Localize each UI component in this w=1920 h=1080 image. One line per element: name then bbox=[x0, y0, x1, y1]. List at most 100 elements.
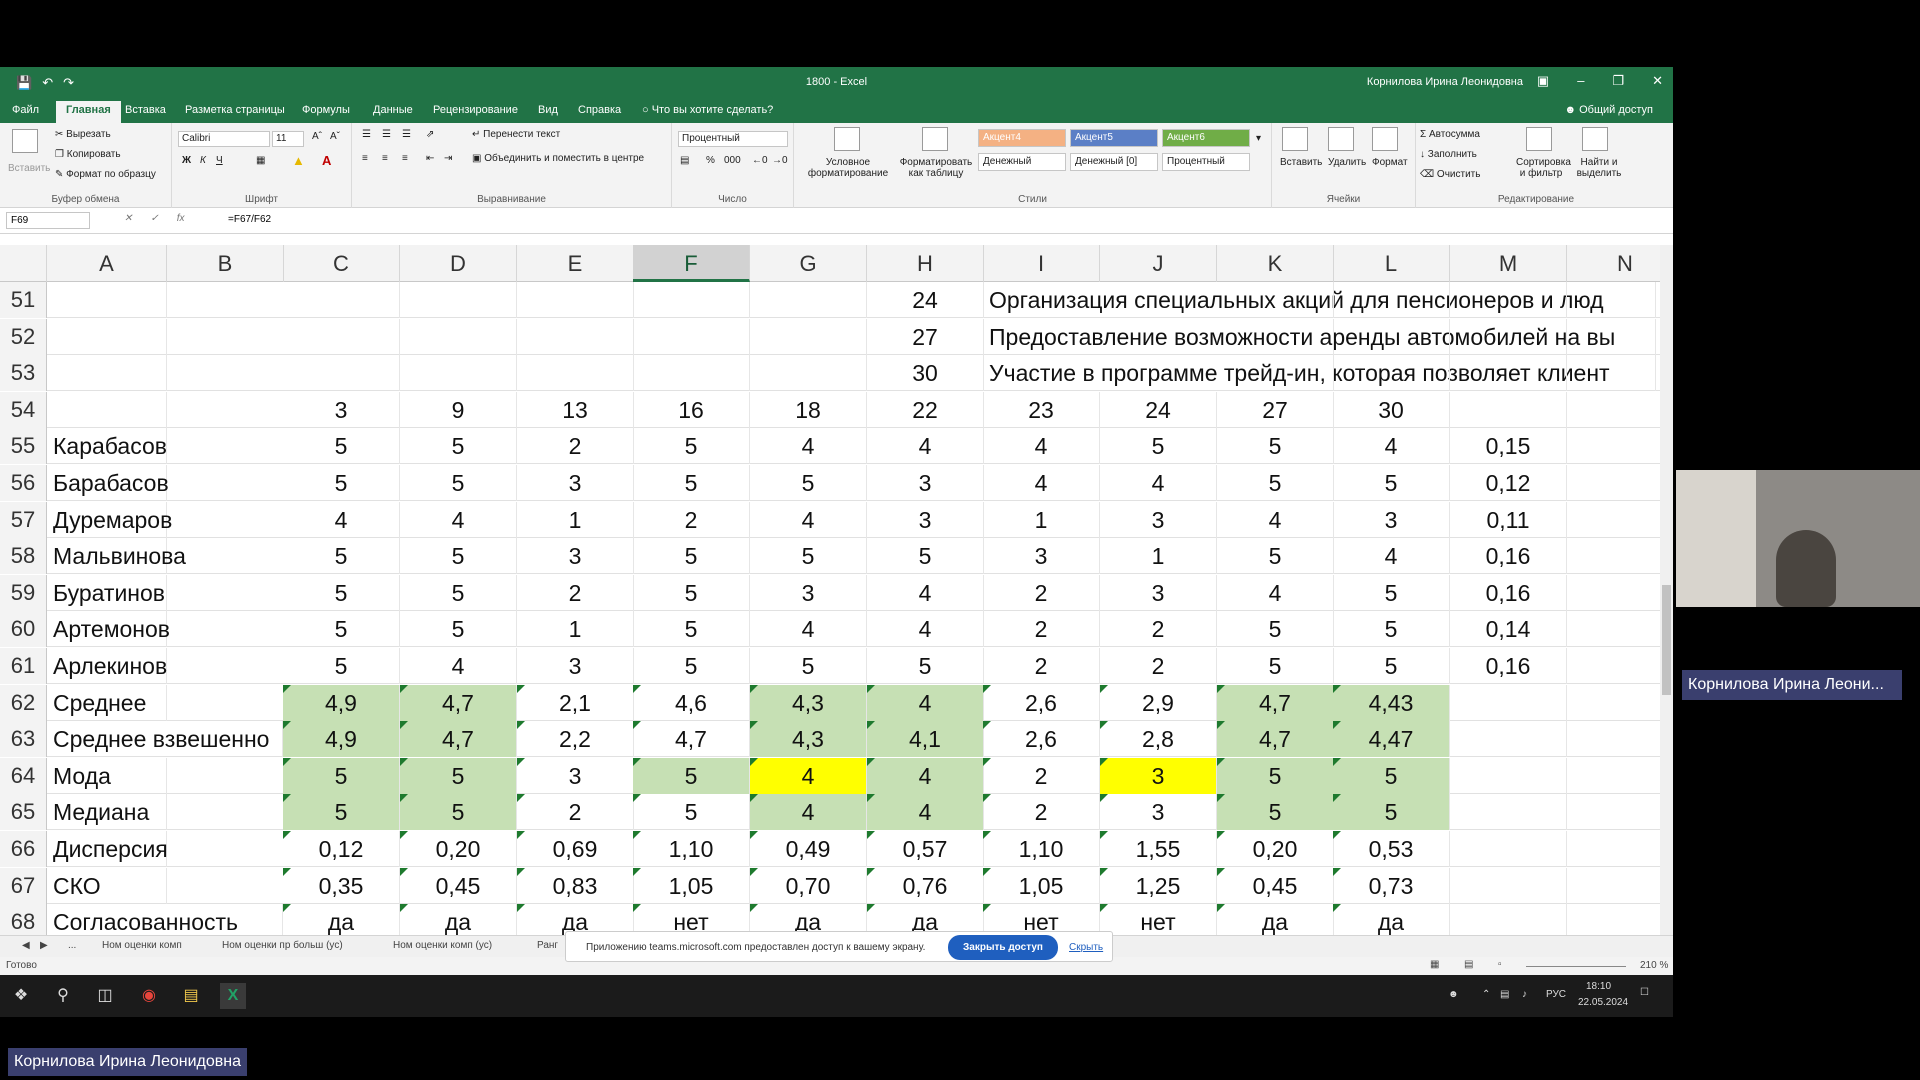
cell-e66[interactable]: 0,69 bbox=[517, 831, 634, 867]
cell-e54[interactable]: 13 bbox=[517, 391, 634, 428]
cell-d59[interactable]: 5 bbox=[400, 574, 517, 611]
row-header[interactable]: 58 bbox=[0, 538, 47, 575]
tab-data[interactable]: Данные bbox=[373, 104, 413, 116]
cell-c63[interactable]: 4,9 bbox=[283, 721, 400, 758]
style-currency[interactable]: Денежный bbox=[978, 153, 1066, 171]
row-header[interactable]: 62 bbox=[0, 684, 47, 721]
cell-e60[interactable]: 1 bbox=[517, 611, 634, 648]
cell-d57[interactable]: 4 bbox=[400, 501, 517, 538]
cell-d58[interactable]: 5 bbox=[400, 538, 517, 575]
cell-j66[interactable]: 1,55 bbox=[1100, 831, 1217, 867]
cell-i62[interactable]: 2,6 bbox=[983, 684, 1100, 721]
cell-d55[interactable]: 5 bbox=[400, 428, 517, 465]
cell-d61[interactable]: 4 bbox=[400, 648, 517, 684]
align-bottom-icon[interactable]: ☰ bbox=[402, 129, 411, 140]
row-header[interactable]: 61 bbox=[0, 648, 47, 684]
clock-time[interactable]: 18:10 bbox=[1586, 981, 1611, 992]
notifications-icon[interactable]: ☐ bbox=[1640, 987, 1649, 998]
cell-k58[interactable]: 5 bbox=[1217, 538, 1334, 575]
cell-j58[interactable]: 1 bbox=[1100, 538, 1217, 575]
cell-i65[interactable]: 2 bbox=[983, 794, 1100, 831]
column-header-f[interactable]: F bbox=[633, 245, 750, 282]
find-select-button[interactable]: Найти и выделить bbox=[1576, 157, 1622, 179]
cell-a66[interactable]: Дисперсия bbox=[47, 831, 168, 867]
cell-d64[interactable]: 5 bbox=[400, 757, 517, 794]
paste-button[interactable]: Вставить bbox=[8, 163, 50, 174]
cell-d54[interactable]: 9 bbox=[400, 391, 517, 428]
cell-f64[interactable]: 5 bbox=[633, 757, 750, 794]
cell-l68[interactable]: да bbox=[1333, 904, 1450, 935]
conditional-format-icon[interactable] bbox=[834, 127, 860, 151]
cell-e56[interactable]: 3 bbox=[517, 465, 634, 501]
cell-c62[interactable]: 4,9 bbox=[283, 684, 400, 721]
delete-cells-button[interactable]: Удалить bbox=[1328, 157, 1366, 168]
cell-k64[interactable]: 5 bbox=[1217, 757, 1334, 794]
cell-j56[interactable]: 4 bbox=[1100, 465, 1217, 501]
formula-input[interactable]: =F67/F62 bbox=[228, 214, 271, 225]
scroll-thumb[interactable] bbox=[1662, 585, 1671, 695]
hide-link[interactable]: Скрыть bbox=[1069, 942, 1103, 953]
row-header[interactable]: 52 bbox=[0, 318, 47, 355]
cell-h53[interactable]: 30 bbox=[867, 355, 984, 392]
account-name[interactable]: Корнилова Ирина Леонидовна bbox=[1367, 76, 1523, 88]
cell-c52[interactable] bbox=[283, 318, 400, 355]
cell-f59[interactable]: 5 bbox=[633, 574, 750, 611]
cell-c58[interactable]: 5 bbox=[283, 538, 400, 575]
cell-h61[interactable]: 5 bbox=[867, 648, 984, 684]
cell-c56[interactable]: 5 bbox=[283, 465, 400, 501]
cell-k52[interactable] bbox=[1217, 318, 1334, 355]
cell-m61[interactable]: 0,16 bbox=[1450, 648, 1567, 684]
delete-cells-icon[interactable] bbox=[1328, 127, 1354, 151]
row-header[interactable]: 53 bbox=[0, 355, 47, 392]
minimize-icon[interactable]: – bbox=[1577, 73, 1584, 89]
row-header[interactable]: 60 bbox=[0, 611, 47, 648]
cell-e65[interactable]: 2 bbox=[517, 794, 634, 831]
share-button[interactable]: ☻ Общий доступ bbox=[1564, 104, 1653, 116]
cell-j63[interactable]: 2,8 bbox=[1100, 721, 1217, 758]
cell-f65[interactable]: 5 bbox=[633, 794, 750, 831]
cell-d62[interactable]: 4,7 bbox=[400, 684, 517, 721]
cell-a60[interactable]: Артемонов bbox=[47, 611, 170, 648]
cell-f63[interactable]: 4,7 bbox=[633, 721, 750, 758]
style-accent5[interactable]: Акцент5 bbox=[1070, 129, 1158, 147]
select-all-corner[interactable] bbox=[0, 245, 47, 282]
row-header[interactable]: 57 bbox=[0, 501, 47, 538]
sheet-tab[interactable]: Ном оценки комп (ус) bbox=[393, 940, 492, 951]
column-header-a[interactable]: A bbox=[47, 245, 167, 282]
people-icon[interactable]: ☻ bbox=[1448, 989, 1459, 1000]
cell-k51[interactable] bbox=[1217, 282, 1334, 318]
cell-h59[interactable]: 4 bbox=[867, 574, 984, 611]
cell-j57[interactable]: 3 bbox=[1100, 501, 1217, 538]
cell-l64[interactable]: 5 bbox=[1333, 757, 1450, 794]
column-header-c[interactable]: C bbox=[283, 245, 400, 282]
merge-center-button[interactable]: ▣ Объединить и поместить в центре bbox=[472, 153, 644, 164]
wrap-text-button[interactable]: ↵ Перенести текст bbox=[472, 129, 560, 140]
cell-c57[interactable]: 4 bbox=[283, 501, 400, 538]
column-header-h[interactable]: H bbox=[867, 245, 984, 282]
vertical-scrollbar[interactable] bbox=[1660, 245, 1673, 935]
cell-g67[interactable]: 0,70 bbox=[750, 867, 867, 904]
style-accent4[interactable]: Акцент4 bbox=[978, 129, 1066, 147]
page-layout-view-icon[interactable]: ▤ bbox=[1464, 959, 1473, 970]
column-header-n[interactable]: N bbox=[1567, 245, 1660, 282]
cell-h66[interactable]: 0,57 bbox=[867, 831, 984, 867]
cell-m59[interactable]: 0,16 bbox=[1450, 574, 1567, 611]
cell-a65[interactable]: Медиана bbox=[47, 794, 167, 831]
cell-h52[interactable]: 27 bbox=[867, 318, 984, 355]
cell-j62[interactable]: 2,9 bbox=[1100, 684, 1217, 721]
close-icon[interactable]: ✕ bbox=[1652, 73, 1663, 89]
cell-k68[interactable]: да bbox=[1217, 904, 1334, 935]
tab-page-layout[interactable]: Разметка страницы bbox=[185, 104, 285, 116]
styles-more-icon[interactable]: ▾ bbox=[1256, 133, 1261, 144]
row-header[interactable]: 55 bbox=[0, 428, 47, 465]
grow-font-icon[interactable]: Aˆ bbox=[312, 131, 322, 142]
tab-review[interactable]: Рецензирование bbox=[433, 104, 518, 116]
cell-c65[interactable]: 5 bbox=[283, 794, 400, 831]
column-header-d[interactable]: D bbox=[400, 245, 517, 282]
cell-e64[interactable]: 3 bbox=[517, 757, 634, 794]
paste-icon[interactable] bbox=[12, 129, 38, 153]
restore-icon[interactable]: ❐ bbox=[1612, 73, 1624, 89]
insert-function-icon[interactable]: fx bbox=[177, 213, 185, 224]
cell-c55[interactable]: 5 bbox=[283, 428, 400, 465]
tell-me-search[interactable]: ○ Что вы хотите сделать? bbox=[642, 104, 773, 116]
